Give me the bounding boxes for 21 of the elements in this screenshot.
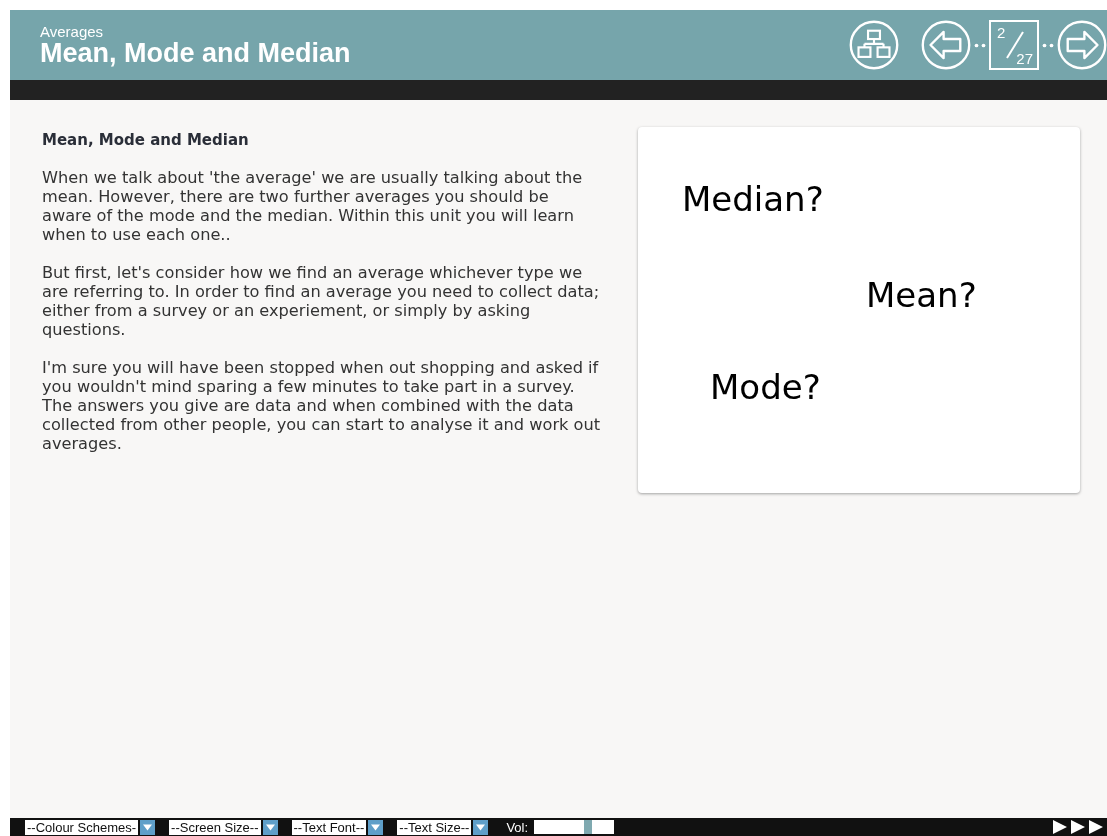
current-page: 2 [997,25,1006,40]
section-subtitle: Averages [40,23,105,39]
paragraph: I'm sure you will have been stopped when out shopping and asked if you wouldn't mind sparing a few minutes to take part in a survey. The answers you give are data and when combined with the data collected from other people, you can start to analyse it and work out averages. [42,358,602,453]
handwritten-word: Mode? [710,367,821,407]
total-pages: 27 [1016,51,1033,66]
dots-icon [1041,41,1055,49]
volume-slider[interactable] [534,820,615,834]
sitemap-icon[interactable] [849,20,899,70]
volume-thumb[interactable] [584,820,593,834]
paragraph: When we talk about 'the average' we are usually talking about the mean. However, there are two further averages you should be aware of the mode and the median. Within this unit you will learn when to use each one.. [42,168,584,244]
dropdown[interactable]: --Screen Size-- [169,819,261,835]
volume-label: Vol: [506,819,529,835]
handwritten-word: Mean? [866,275,977,315]
paragraph: But first, let's consider how we find an average whichever type we are referring to. In order to find an average you need to collect data; either from a survey or an experiement, or simply by asking questions. [42,263,601,339]
dropdown[interactable]: --Colour Schemes- [25,819,139,835]
content-heading: Mean, Mode and Median [42,131,250,149]
handwritten-word: Median? [682,179,824,219]
fast-forward-icon[interactable] [1053,820,1105,834]
dropdown[interactable]: --Text Font-- [291,819,367,835]
dots-icon [973,41,987,49]
dropdown[interactable]: --Text Size-- [397,819,472,835]
